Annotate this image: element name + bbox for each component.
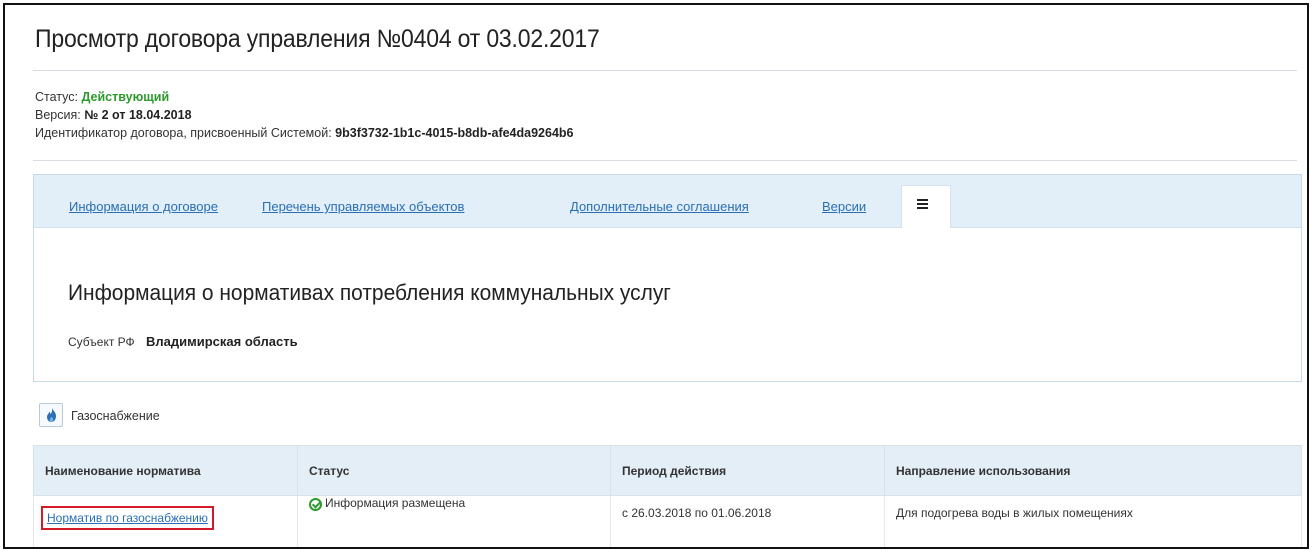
table-row: Норматив по газоснабжению Информация раз…	[33, 495, 1302, 547]
norm-name-cell: Норматив по газоснабжению	[33, 495, 298, 547]
tab-bar: Информация о договоре Перечень управляем…	[34, 175, 1301, 228]
menu-list-icon	[917, 199, 928, 211]
tab-contract-info[interactable]: Информация о договоре	[69, 199, 218, 214]
table-header-row: Наименование норматива Статус Период дей…	[33, 445, 1302, 496]
divider	[33, 70, 1297, 71]
norm-direction-text: Для подогрева воды в жилых помещениях	[896, 506, 1133, 520]
contract-panel: Информация о договоре Перечень управляем…	[33, 174, 1302, 382]
version-line: Версия: № 2 от 18.04.2018	[35, 108, 192, 122]
check-circle-icon	[309, 498, 322, 511]
column-header-period: Период действия	[610, 445, 885, 496]
divider	[33, 160, 1297, 161]
status-label: Статус:	[35, 90, 78, 104]
norm-status-cell: Информация размещена	[297, 495, 611, 547]
section-title: Информация о нормативах потребления комм…	[68, 280, 671, 305]
status-value: Действующий	[81, 90, 170, 104]
service-label: Газоснабжение	[71, 409, 160, 423]
contract-id-value: 9b3f3732-1b1c-4015-b8db-afe4da9264b6	[335, 126, 574, 140]
tab-additional-agreements[interactable]: Дополнительные соглашения	[570, 199, 749, 214]
subject-line: Субъект РФ Владимирская область	[68, 334, 298, 349]
version-label: Версия:	[35, 108, 81, 122]
contract-id-label: Идентификатор договора, присвоенный Сист…	[35, 126, 332, 140]
subject-value: Владимирская область	[146, 334, 298, 349]
column-header-status: Статус	[297, 445, 611, 496]
gas-flame-icon	[47, 408, 56, 422]
contract-id-line: Идентификатор договора, присвоенный Сист…	[35, 126, 574, 140]
tab-managed-objects[interactable]: Перечень управляемых объектов	[262, 199, 464, 214]
norm-status-text: Информация размещена	[325, 496, 466, 510]
gas-service-button[interactable]	[39, 403, 63, 427]
norm-period-text: с 26.03.2018 по 01.06.2018	[622, 506, 772, 520]
column-header-name: Наименование норматива	[33, 445, 298, 496]
status-line: Статус: Действующий	[35, 90, 169, 104]
norm-link[interactable]: Норматив по газоснабжению	[41, 506, 214, 530]
contract-view-window: Просмотр договора управления №0404 от 03…	[3, 3, 1309, 549]
norm-period-cell: с 26.03.2018 по 01.06.2018	[610, 495, 885, 547]
norm-direction-cell: Для подогрева воды в жилых помещениях	[884, 495, 1302, 547]
version-value: № 2 от 18.04.2018	[84, 108, 192, 122]
tab-versions[interactable]: Версии	[822, 199, 866, 214]
page-title: Просмотр договора управления №0404 от 03…	[35, 25, 600, 53]
tab-consumption-norms[interactable]	[901, 185, 951, 228]
norms-table: Наименование норматива Статус Период дей…	[33, 445, 1302, 547]
column-header-direction: Направление использования	[884, 445, 1302, 496]
subject-label: Субъект РФ	[68, 335, 135, 349]
